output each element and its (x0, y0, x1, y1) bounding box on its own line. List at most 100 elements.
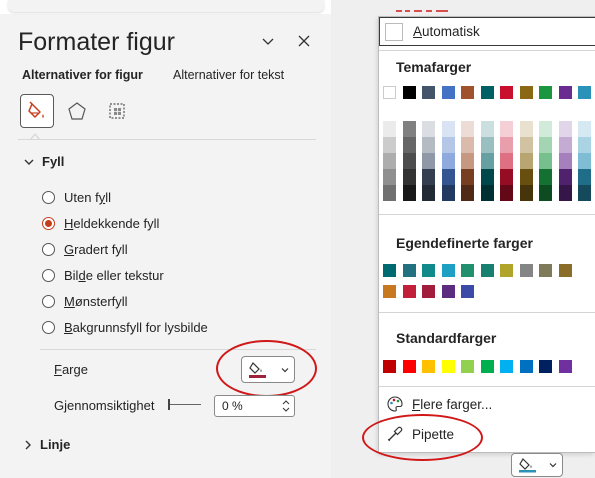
standard-color-swatch[interactable] (461, 360, 474, 373)
option-slide-background-fill[interactable]: Bakgrunnsfyll for lysbilde (42, 320, 208, 335)
theme-shade-swatch[interactable] (441, 185, 455, 201)
custom-color-swatch[interactable] (461, 285, 474, 298)
theme-shade-swatch[interactable] (441, 153, 455, 169)
theme-shade-swatch[interactable] (402, 153, 416, 169)
theme-shade-swatch[interactable] (519, 121, 533, 137)
theme-shade-swatch[interactable] (539, 169, 552, 185)
option-no-fill[interactable]: Uten fyll (42, 190, 111, 205)
theme-color-swatch[interactable] (402, 86, 416, 99)
close-pane-icon[interactable] (296, 33, 312, 49)
theme-shade-swatch[interactable] (383, 137, 396, 153)
size-properties-icon[interactable] (100, 94, 134, 128)
theme-shade-swatch[interactable] (578, 121, 591, 137)
radio-button[interactable] (42, 321, 55, 334)
theme-shade-swatch[interactable] (422, 121, 435, 137)
radio-button[interactable] (42, 191, 55, 204)
theme-shade-swatch[interactable] (422, 185, 435, 201)
spin-arrows-icon[interactable] (282, 397, 290, 415)
theme-shade-swatch[interactable] (519, 169, 533, 185)
theme-shade-swatch[interactable] (558, 185, 572, 201)
theme-color-swatch[interactable] (422, 86, 435, 99)
theme-shade-swatch[interactable] (441, 121, 455, 137)
theme-color-swatch[interactable] (558, 86, 572, 99)
theme-shade-swatch[interactable] (461, 121, 474, 137)
theme-shade-swatch[interactable] (500, 121, 513, 137)
custom-color-swatch[interactable] (383, 285, 396, 298)
theme-shade-swatch[interactable] (539, 121, 552, 137)
automatic-color-item[interactable]: Automatisk (379, 17, 595, 46)
theme-shade-swatch[interactable] (461, 169, 474, 185)
fill-line-icon[interactable] (20, 94, 54, 128)
custom-color-swatch[interactable] (383, 264, 396, 277)
theme-shade-swatch[interactable] (383, 153, 396, 169)
tab-shape-options[interactable]: Alternativer for figur (22, 68, 143, 82)
theme-color-swatch[interactable] (519, 86, 533, 99)
custom-color-swatch[interactable] (441, 264, 455, 277)
theme-color-swatch[interactable] (578, 86, 591, 99)
custom-color-swatch[interactable] (422, 264, 435, 277)
theme-color-swatch[interactable] (539, 86, 552, 99)
theme-shade-swatch[interactable] (500, 185, 513, 201)
theme-shade-swatch[interactable] (519, 137, 533, 153)
radio-button[interactable] (42, 243, 55, 256)
custom-color-swatch[interactable] (461, 264, 474, 277)
theme-shade-swatch[interactable] (461, 137, 474, 153)
theme-shade-swatch[interactable] (461, 153, 474, 169)
transparency-spinner[interactable]: 0 % (214, 395, 295, 417)
option-picture-fill[interactable]: Bilde eller tekstur (42, 268, 164, 283)
option-gradient-fill[interactable]: Gradert fyll (42, 242, 128, 257)
theme-shade-swatch[interactable] (500, 153, 513, 169)
theme-color-swatch[interactable] (480, 86, 494, 99)
theme-shade-swatch[interactable] (539, 137, 552, 153)
fill-section-header[interactable]: Fyll (24, 154, 64, 169)
custom-color-swatch[interactable] (500, 264, 513, 277)
theme-shade-swatch[interactable] (539, 185, 552, 201)
theme-shade-swatch[interactable] (500, 137, 513, 153)
theme-shade-swatch[interactable] (422, 137, 435, 153)
pane-options-chevron-icon[interactable] (261, 34, 275, 48)
custom-color-swatch[interactable] (558, 264, 572, 277)
standard-color-swatch[interactable] (539, 360, 552, 373)
theme-color-swatch[interactable] (461, 86, 474, 99)
standard-color-swatch[interactable] (402, 360, 416, 373)
theme-shade-swatch[interactable] (578, 153, 591, 169)
theme-color-swatch[interactable] (441, 86, 455, 99)
standard-color-swatch[interactable] (500, 360, 513, 373)
custom-color-swatch[interactable] (480, 264, 494, 277)
tab-text-options[interactable]: Alternativer for tekst (173, 68, 284, 82)
radio-button-checked[interactable] (42, 217, 55, 230)
theme-shade-swatch[interactable] (480, 121, 494, 137)
custom-color-swatch[interactable] (441, 285, 455, 298)
standard-color-swatch[interactable] (383, 360, 396, 373)
theme-shade-swatch[interactable] (578, 185, 591, 201)
theme-shade-swatch[interactable] (402, 137, 416, 153)
theme-shade-swatch[interactable] (422, 169, 435, 185)
theme-shade-swatch[interactable] (422, 153, 435, 169)
theme-shade-swatch[interactable] (383, 185, 396, 201)
theme-color-swatch[interactable] (500, 86, 513, 99)
theme-shade-swatch[interactable] (578, 169, 591, 185)
custom-color-swatch[interactable] (519, 264, 533, 277)
theme-shade-swatch[interactable] (519, 185, 533, 201)
theme-shade-swatch[interactable] (441, 169, 455, 185)
standard-color-swatch[interactable] (558, 360, 572, 373)
effects-pentagon-icon[interactable] (60, 94, 94, 128)
theme-shade-swatch[interactable] (383, 121, 396, 137)
theme-shade-swatch[interactable] (480, 169, 494, 185)
theme-shade-swatch[interactable] (441, 137, 455, 153)
theme-shade-swatch[interactable] (402, 169, 416, 185)
theme-shade-swatch[interactable] (402, 121, 416, 137)
transparency-slider-thumb[interactable] (168, 399, 170, 410)
line-section-header[interactable]: Linje (24, 437, 70, 452)
theme-shade-swatch[interactable] (558, 137, 572, 153)
theme-shade-swatch[interactable] (500, 169, 513, 185)
theme-shade-swatch[interactable] (558, 153, 572, 169)
fill-color-button-secondary[interactable] (511, 453, 563, 477)
custom-color-swatch[interactable] (422, 285, 435, 298)
theme-shade-swatch[interactable] (461, 185, 474, 201)
theme-shade-swatch[interactable] (480, 137, 494, 153)
custom-color-swatch[interactable] (402, 264, 416, 277)
standard-color-swatch[interactable] (480, 360, 494, 373)
custom-color-swatch[interactable] (539, 264, 552, 277)
standard-color-swatch[interactable] (441, 360, 455, 373)
